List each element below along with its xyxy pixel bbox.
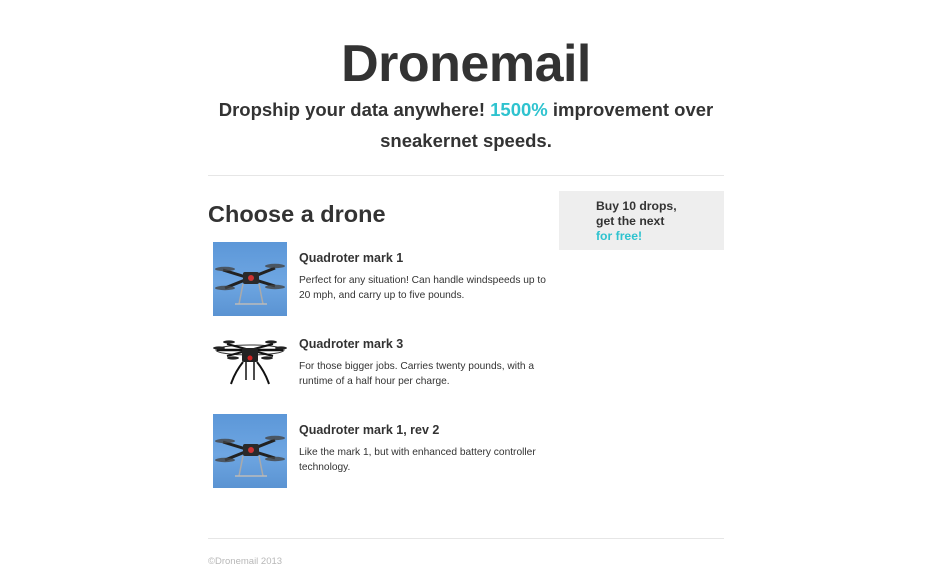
tagline: Dropship your data anywhere! 1500% impro… (208, 94, 724, 156)
drone-image[interactable] (213, 414, 287, 488)
brand-title: Dronemail (341, 35, 591, 93)
tagline-text-start: Dropship your data anywhere! (218, 99, 491, 120)
header-divider (208, 175, 724, 176)
drone-name[interactable]: Quadroter mark 1 (299, 251, 403, 265)
tagline-accent: 1500% (490, 99, 548, 120)
drone-item[interactable]: Quadroter mark 1, rev 2 Like the mark 1,… (213, 414, 543, 490)
promo-line-1: Buy 10 drops, (596, 199, 677, 213)
drone-image[interactable] (213, 242, 287, 316)
footer-divider (208, 538, 724, 539)
promo-line-3: for free! (596, 229, 643, 243)
drone-description: For those bigger jobs. Carries twenty po… (299, 361, 534, 387)
octocopter-photo-icon (213, 340, 287, 385)
drone-description: Perfect for any situation! Can handle wi… (299, 275, 546, 301)
drone-name[interactable]: Quadroter mark 3 (299, 337, 403, 351)
drone-image[interactable] (213, 328, 287, 402)
quadcopter-photo-icon (215, 263, 285, 305)
drone-item[interactable]: Quadroter mark 3 For those bigger jobs. … (213, 328, 543, 404)
drone-description: Like the mark 1, but with enhanced batte… (299, 447, 536, 473)
promo-line-2: get the next (596, 214, 665, 228)
footer-copyright: ©Dronemail 2013 (208, 556, 283, 567)
quadcopter-photo-icon (215, 435, 285, 477)
drone-name[interactable]: Quadroter mark 1, rev 2 (299, 423, 439, 437)
section-title: Choose a drone (208, 201, 386, 227)
drone-item[interactable]: Quadroter mark 1 Perfect for any situati… (213, 242, 546, 318)
page-container: Dronemail Dropship your data anywhere! 1… (208, 0, 724, 568)
promo-box: Buy 10 drops, get the next for free! (559, 191, 724, 250)
